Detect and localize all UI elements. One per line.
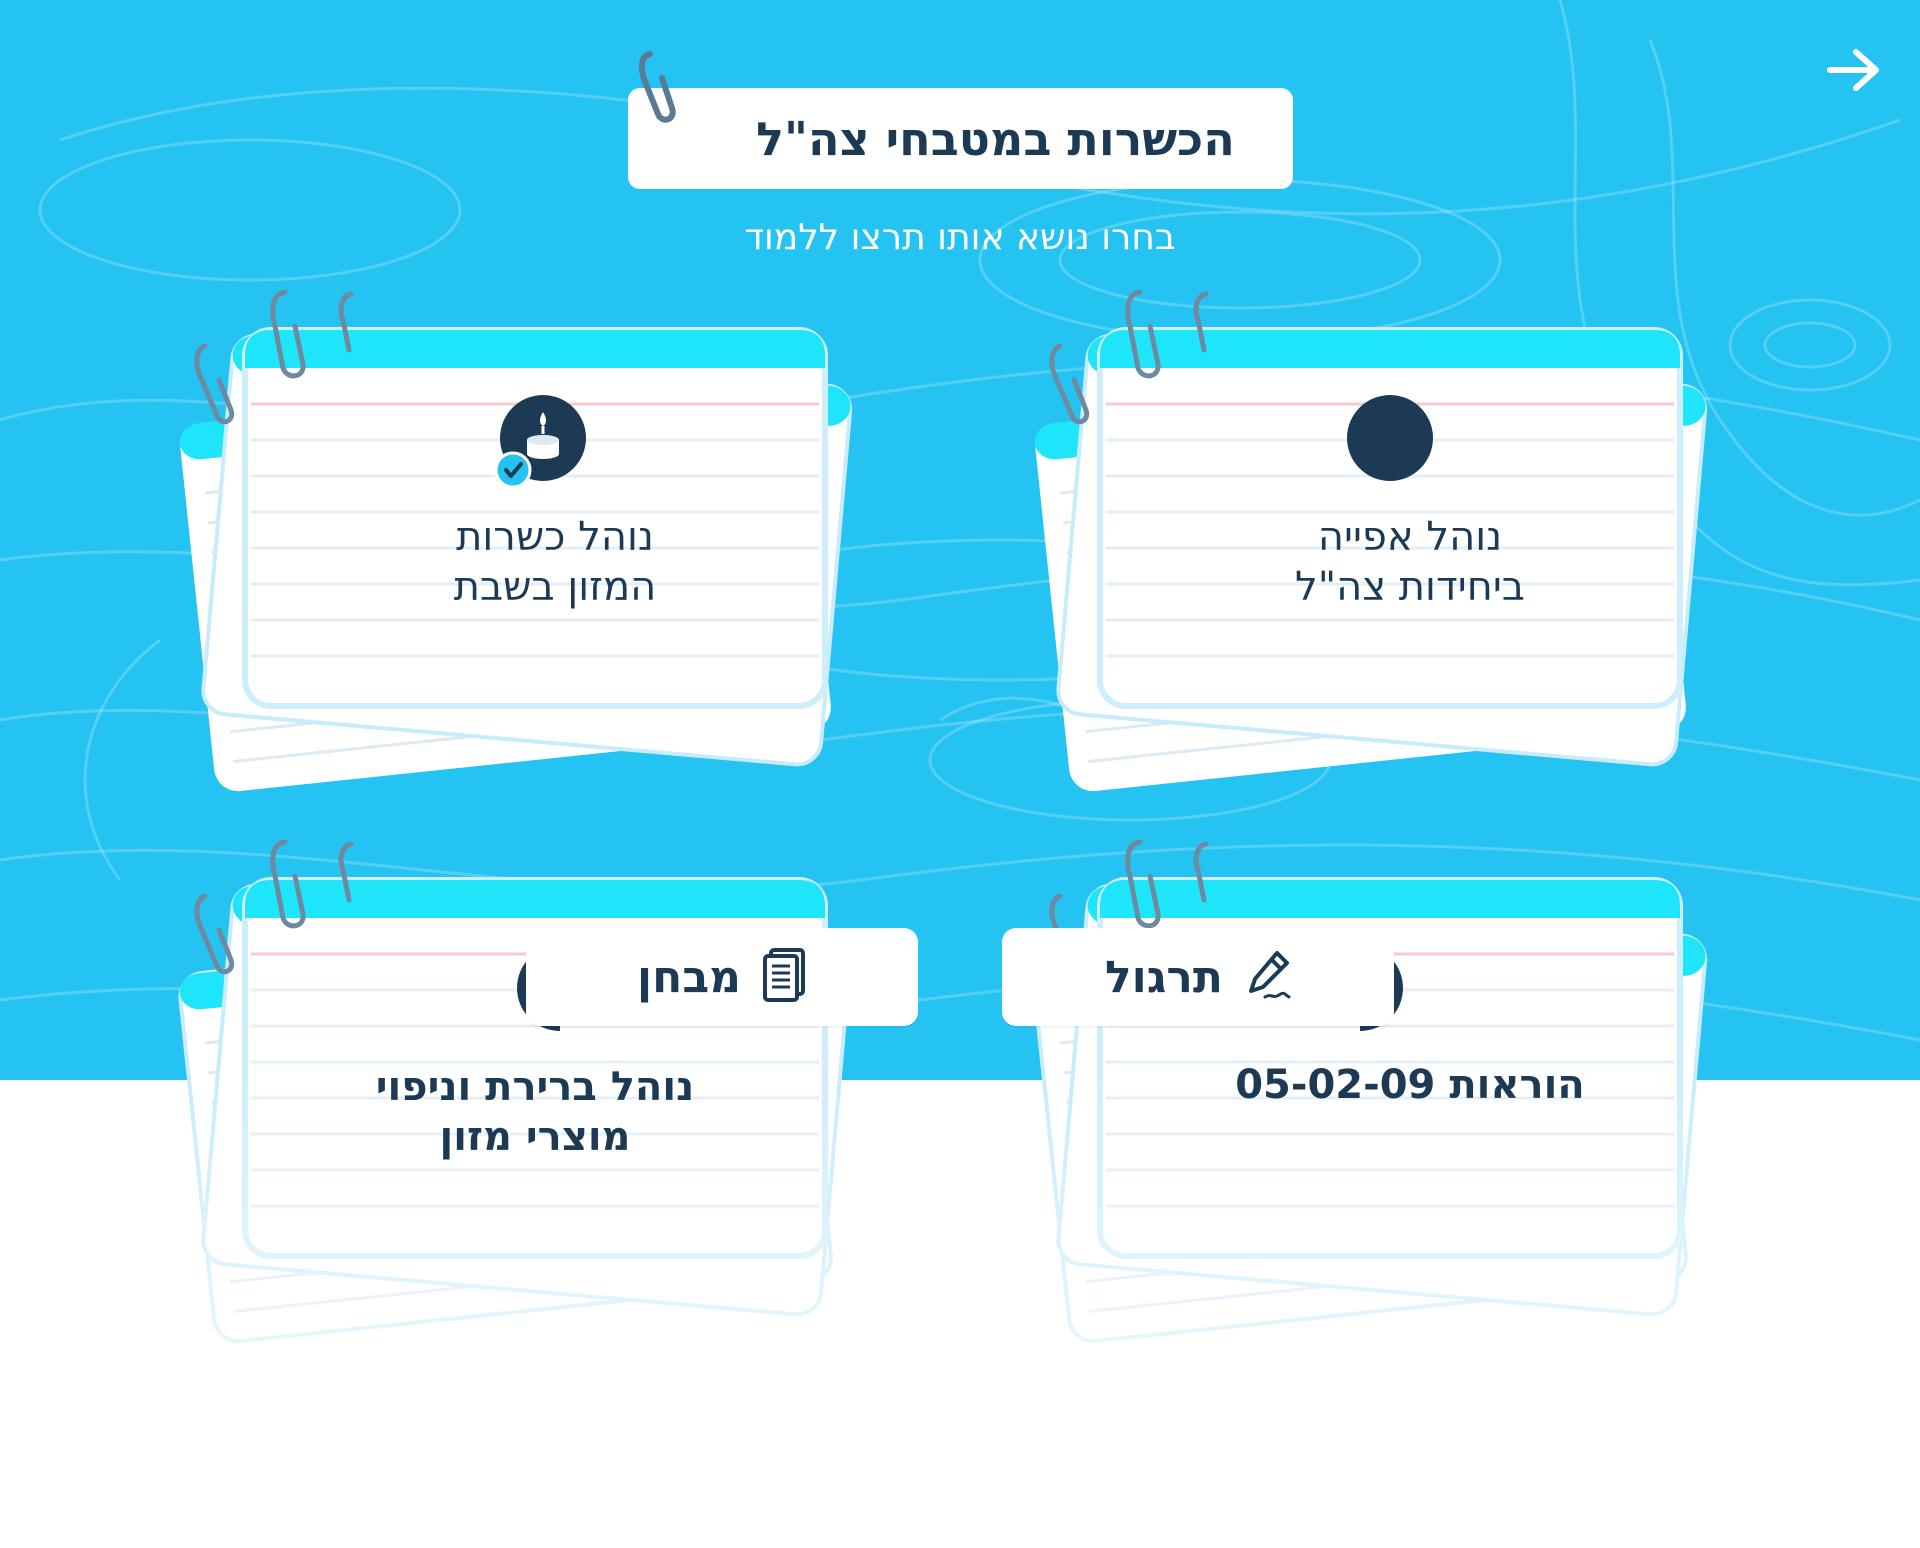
paperclip-icon xyxy=(638,51,676,123)
topic-label: נוהל כשרות המזון בשבת xyxy=(255,512,855,612)
circle-icon xyxy=(1346,394,1434,486)
topic-card-instructions[interactable]: הוראות 05-02-09 xyxy=(1010,830,1750,1350)
topic-label-line2: ביחידות צה"ל xyxy=(1295,564,1525,610)
document-icon xyxy=(763,948,807,1006)
practice-button[interactable]: תרגול xyxy=(1002,928,1394,1026)
topic-label-line1: נוהל אפייה xyxy=(1317,514,1503,560)
page-title-box: הכשרות במטבחי צה"ל xyxy=(628,88,1293,189)
pencil-icon xyxy=(1245,949,1291,1005)
page-title: הכשרות במטבחי צה"ל xyxy=(756,111,1235,166)
topic-label-line2: מוצרי מזון xyxy=(439,1114,631,1160)
topic-card-sifting[interactable]: נוהל ברירת וניפוי מוצרי מזון xyxy=(155,830,895,1350)
quiz-button[interactable]: מבחן xyxy=(526,928,918,1026)
topic-label-line1: נוהל כשרות xyxy=(456,514,654,560)
quiz-button-label: מבחן xyxy=(637,951,742,1003)
topic-label-line1: הוראות 05-02-09 xyxy=(1235,1062,1585,1108)
arrow-right-icon[interactable] xyxy=(1824,44,1884,96)
topic-card-shabbat[interactable]: נוהל כשרות המזון בשבת xyxy=(155,280,895,800)
shabbat-candle-icon xyxy=(494,394,595,498)
page-subtitle: בחרו נושא אותו תרצו ללמוד xyxy=(744,217,1176,258)
topic-label: נוהל ברירת וניפוי מוצרי מזון xyxy=(235,1062,835,1162)
topic-label: הוראות 05-02-09 xyxy=(1110,1060,1710,1110)
topic-card-baking[interactable]: נוהל אפייה ביחידות צה"ל xyxy=(1010,280,1750,800)
topic-label: נוהל אפייה ביחידות צה"ל xyxy=(1110,512,1710,612)
topic-label-line1: נוהל ברירת וניפוי xyxy=(375,1064,695,1110)
practice-button-label: תרגול xyxy=(1105,951,1223,1003)
topic-label-line2: המזון בשבת xyxy=(453,564,657,610)
